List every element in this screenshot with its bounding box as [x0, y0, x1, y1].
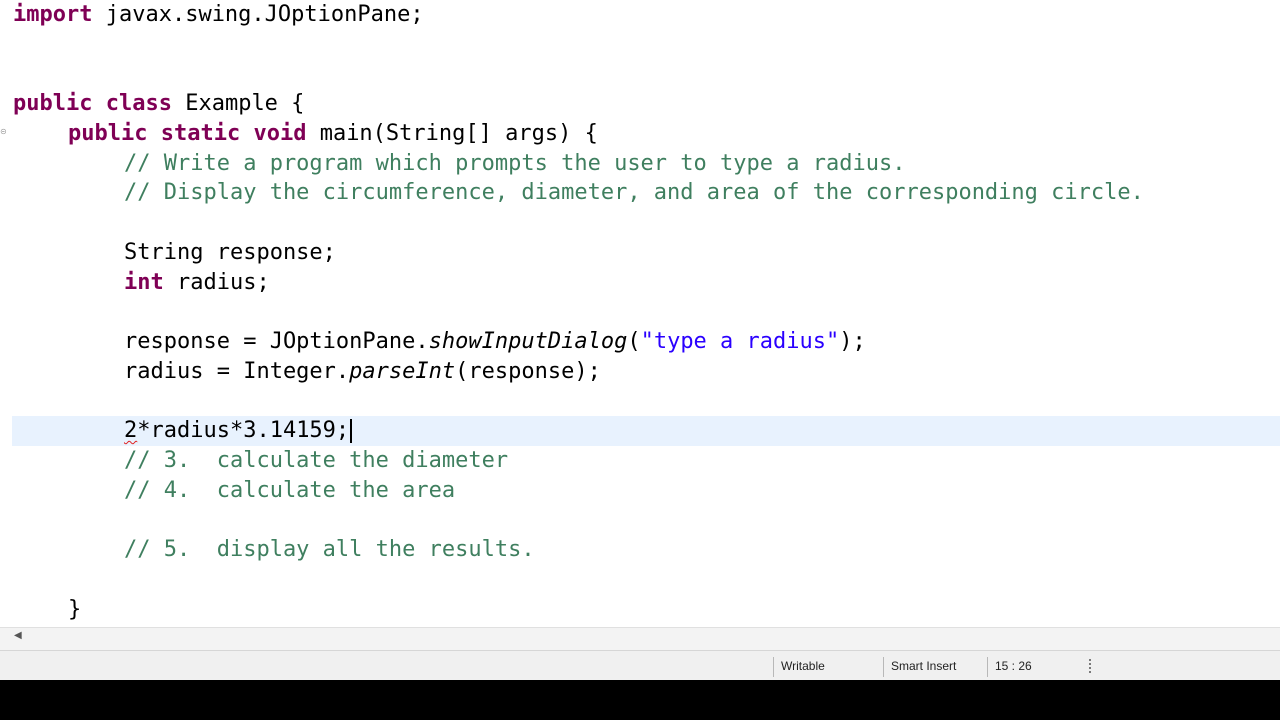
- response-assignment: response = JOptionPane.: [124, 329, 429, 354]
- keyword-import: import: [13, 2, 93, 27]
- comment-line: // 5. display all the results.: [124, 537, 535, 562]
- keyword-public: public: [13, 91, 93, 116]
- syntax-error-token[interactable]: 2: [124, 418, 137, 443]
- code-line-1[interactable]: import javax.swing.JOptionPane;: [0, 0, 1280, 30]
- main-method-signature: main(String[] args) {: [306, 121, 598, 146]
- string-declaration: String response;: [124, 240, 336, 265]
- code-line-5[interactable]: // Write a program which prompts the use…: [0, 149, 1280, 179]
- method-show-input-dialog: showInputDialog: [428, 329, 628, 354]
- paren-open: (: [627, 329, 641, 354]
- code-line-14[interactable]: 2*radius*3.14159;: [0, 416, 1280, 446]
- text-caret: [350, 419, 353, 443]
- status-grip-icon: [1089, 659, 1091, 675]
- closing-brace: }: [68, 597, 82, 622]
- status-insert-mode[interactable]: Smart Insert: [891, 651, 956, 681]
- parse-arguments: (response);: [455, 359, 601, 384]
- code-line-18[interactable]: // 5. display all the results.: [0, 535, 1280, 565]
- keyword-void: void: [253, 121, 307, 146]
- code-editor[interactable]: ⊝ import javax.swing.JOptionPane; public…: [0, 0, 1280, 627]
- code-line-3[interactable]: public class Example {: [0, 89, 1280, 119]
- comment-line: // Write a program which prompts the use…: [124, 151, 906, 176]
- code-line-12[interactable]: radius = Integer.parseInt(response);: [0, 357, 1280, 387]
- comment-line: // 4. calculate the area: [124, 478, 456, 503]
- scroll-left-arrow-icon[interactable]: ◀: [14, 630, 22, 641]
- import-statement: javax.swing.JOptionPane;: [92, 2, 424, 27]
- keyword-static: static: [160, 121, 241, 146]
- keyword-class: class: [105, 91, 172, 116]
- code-line-4[interactable]: public static void main(String[] args) {: [0, 119, 1280, 149]
- class-declaration: Example {: [171, 91, 305, 116]
- method-parse-int: parseInt: [349, 359, 456, 384]
- code-line-16[interactable]: // 4. calculate the area: [0, 476, 1280, 506]
- int-declaration: radius;: [163, 270, 270, 295]
- code-line-15[interactable]: // 3. calculate the diameter: [0, 446, 1280, 476]
- code-line-11[interactable]: response = JOptionPane.showInputDialog("…: [0, 327, 1280, 357]
- comment-line: // Display the circumference, diameter, …: [124, 180, 1144, 205]
- keyword-public: public: [68, 121, 148, 146]
- string-literal: "type a radius": [640, 329, 840, 354]
- status-cursor-position: 15 : 26: [995, 659, 1032, 673]
- paren-close: );: [839, 329, 866, 354]
- code-line-6[interactable]: // Display the circumference, diameter, …: [0, 178, 1280, 208]
- status-separator: [883, 657, 884, 677]
- horizontal-scrollbar[interactable]: ◀: [0, 627, 1280, 650]
- bottom-black-bar: [0, 680, 1280, 720]
- status-separator: [987, 657, 988, 677]
- code-line-9[interactable]: int radius;: [0, 268, 1280, 298]
- expression: *radius*3.14159;: [137, 418, 350, 443]
- status-writable: Writable: [781, 659, 825, 673]
- status-bar: Writable Smart Insert 15 : 26: [0, 650, 1280, 681]
- status-separator: [773, 657, 774, 677]
- comment-line: // 3. calculate the diameter: [124, 448, 509, 473]
- code-line-20[interactable]: }: [0, 595, 1280, 625]
- code-line-8[interactable]: String response;: [0, 238, 1280, 268]
- keyword-int: int: [124, 270, 164, 295]
- radius-assignment: radius = Integer.: [124, 359, 350, 384]
